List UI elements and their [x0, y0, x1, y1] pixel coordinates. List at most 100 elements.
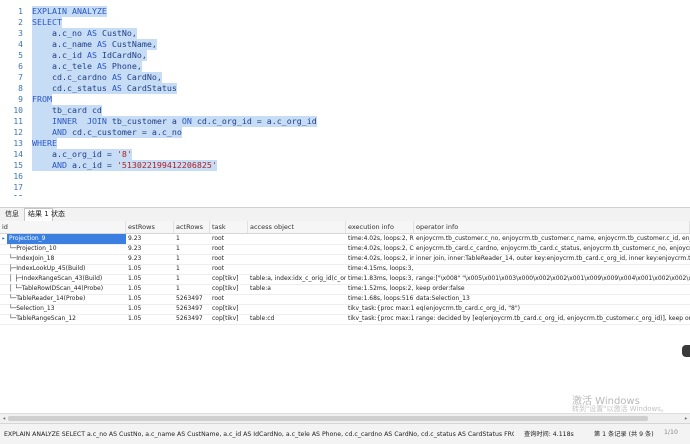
col-header-actrows[interactable]: actRows [174, 221, 210, 233]
cell-operator-info[interactable]: keep order:false [414, 284, 690, 294]
sql-editor[interactable]: 1 EXPLAIN ANALYZE 2 SELECT 3 a.c_no AS CustN… [0, 0, 690, 196]
cell-operator-info[interactable]: range:["\x008" "\x005\x001\x003\x000\x00… [414, 274, 690, 284]
cell-operator-info[interactable]: range: decided by [eq(enjoycrm.tb_card.c… [414, 314, 690, 324]
cell-estrows[interactable]: 1.05 [126, 304, 174, 314]
tab-status[interactable]: 状态 [48, 209, 68, 220]
table-row[interactable]: └─TableRangeScan_12 1.05 5263497 cop[tikv] t… [0, 314, 690, 325]
cell-id[interactable]: └─TableRangeScan_12 [7, 314, 126, 324]
cell-execution-info[interactable]: time:1.68s, loops:5167, cop [346, 294, 414, 304]
cell-actrows[interactable]: 5263497 [174, 294, 210, 304]
cell-access-object[interactable] [248, 254, 346, 264]
col-header-id[interactable]: id [0, 221, 126, 233]
code-text[interactable]: INNER JOIN tb_customer a ON cd.c_org_id … [32, 116, 317, 127]
code-line[interactable]: 9 FROM [0, 94, 690, 105]
code-text[interactable]: a.c_id AS IdCardNo, [32, 50, 147, 61]
cell-task[interactable]: cop[tikv] [210, 304, 248, 314]
col-header-access-object[interactable]: access object [248, 221, 346, 233]
code-line[interactable]: 16 [0, 171, 690, 182]
code-text[interactable]: cd.c_cardno AS CardNo, [32, 72, 162, 83]
tab-info[interactable]: 信息 [2, 209, 22, 220]
code-line[interactable]: 14 a.c_org_id = '8' [0, 149, 690, 160]
code-line[interactable]: 4 a.c_name AS CustName, [0, 39, 690, 50]
cell-access-object[interactable] [248, 264, 346, 274]
code-text[interactable]: a.c_org_id = '8' [32, 149, 132, 160]
horizontal-scrollbar[interactable]: ◂ ▸ [0, 413, 690, 423]
cell-id[interactable]: └─TableReader_14(Probe) [7, 294, 126, 304]
cell-operator-info[interactable]: enjoycrm.tb_customer.c_no, enjoycrm.tb_c… [414, 234, 690, 244]
code-line[interactable]: 11 INNER JOIN tb_customer a ON cd.c_org_… [0, 116, 690, 127]
code-text[interactable]: a.c_tele AS Phone, [32, 61, 142, 72]
cell-estrows[interactable]: 1.05 [126, 274, 174, 284]
cell-execution-info[interactable]: time:4.15ms, loops:3, inde [346, 264, 414, 274]
code-line[interactable]: 18 [0, 193, 690, 196]
code-line[interactable]: 10 tb_card cd [0, 105, 690, 116]
cell-actrows[interactable]: 1 [174, 274, 210, 284]
cell-id[interactable]: Projection_9 [7, 234, 126, 244]
col-header-operator-info[interactable]: operator info [414, 221, 690, 233]
cell-id[interactable]: │ ├─IndexRangeScan_43(Build) [7, 274, 126, 284]
code-line[interactable]: 5 a.c_id AS IdCardNo, [0, 50, 690, 61]
code-text[interactable]: a.c_name AS CustName, [32, 39, 157, 50]
code-text[interactable]: AND a.c_id = '513022199412206825' [32, 160, 217, 171]
cell-estrows[interactable]: 9.23 [126, 254, 174, 264]
col-header-task[interactable]: task [210, 221, 248, 233]
cell-id[interactable]: └─Projection_10 [7, 244, 126, 254]
cell-access-object[interactable] [248, 244, 346, 254]
cell-execution-info[interactable]: time:1.52ms, loops:2, cop [346, 284, 414, 294]
cell-task[interactable]: root [210, 234, 248, 244]
cell-execution-info[interactable]: tikv_task:{proc max:117ms [346, 304, 414, 314]
cell-actrows[interactable]: 1 [174, 264, 210, 274]
side-handle[interactable] [682, 345, 690, 357]
code-text[interactable]: tb_card cd [32, 105, 102, 116]
cell-estrows[interactable]: 1.05 [126, 314, 174, 324]
cell-id[interactable]: └─IndexJoin_18 [7, 254, 126, 264]
code-text[interactable]: FROM [32, 94, 52, 105]
cell-access-object[interactable]: table:cd [248, 314, 346, 324]
cell-actrows[interactable]: 1 [174, 254, 210, 264]
cell-operator-info[interactable] [414, 264, 690, 274]
code-line[interactable]: 12 AND cd.c_customer = a.c_no [0, 127, 690, 138]
cell-task[interactable]: root [210, 264, 248, 274]
cell-task[interactable]: cop[tikv] [210, 314, 248, 324]
cell-operator-info[interactable]: enjoycrm.tb_card.c_cardno, enjoycrm.tb_c… [414, 244, 690, 254]
cell-estrows[interactable]: 9.23 [126, 244, 174, 254]
cell-id[interactable]: │ └─TableRowIDScan_44(Probe) [7, 284, 126, 294]
cell-access-object[interactable] [248, 234, 346, 244]
cell-execution-info[interactable]: time:4.02s, loops:2, RU:32 [346, 234, 414, 244]
cell-access-object[interactable] [248, 294, 346, 304]
col-header-estrows[interactable]: estRows [126, 221, 174, 233]
code-line[interactable]: 2 SELECT [0, 17, 690, 28]
cell-task[interactable]: root [210, 294, 248, 304]
cell-access-object[interactable]: table:a, index:idx_c_orig_id(c_org_id, [248, 274, 346, 284]
scroll-right-icon[interactable]: ▸ [682, 414, 690, 423]
cell-task[interactable]: cop[tikv] [210, 274, 248, 284]
cell-execution-info[interactable]: time:4.02s, loops:2, inner [346, 254, 414, 264]
code-text[interactable]: EXPLAIN ANALYZE [32, 6, 107, 17]
cell-id[interactable]: ├─IndexLookUp_45(Build) [7, 264, 126, 274]
code-line[interactable]: 15 AND a.c_id = '513022199412206825' [0, 160, 690, 171]
code-text[interactable]: SELECT [32, 17, 62, 28]
cell-actrows[interactable]: 1 [174, 234, 210, 244]
cell-actrows[interactable]: 5263497 [174, 314, 210, 324]
code-text[interactable]: cd.c_status AS CardStatus [32, 83, 177, 94]
cell-estrows[interactable]: 9.23 [126, 234, 174, 244]
cell-operator-info[interactable]: data:Selection_13 [414, 294, 690, 304]
cell-operator-info[interactable]: inner join, inner:TableReader_14, outer … [414, 254, 690, 264]
code-line[interactable]: 13 WHERE [0, 138, 690, 149]
cell-actrows[interactable]: 1 [174, 284, 210, 294]
col-header-execution-info[interactable]: execution info [346, 221, 414, 233]
code-line[interactable]: 8 cd.c_status AS CardStatus [0, 83, 690, 94]
code-line[interactable]: 1 EXPLAIN ANALYZE [0, 6, 690, 17]
cell-execution-info[interactable]: tikv_task:{proc max:110m [346, 314, 414, 324]
code-line[interactable]: 3 a.c_no AS CustNo, [0, 28, 690, 39]
code-text[interactable]: a.c_no AS CustNo, [32, 28, 137, 39]
cell-access-object[interactable]: table:a [248, 284, 346, 294]
code-line[interactable]: 17 [0, 182, 690, 193]
cell-operator-info[interactable]: eq(enjoycrm.tb_card.c_org_id, "8") [414, 304, 690, 314]
code-text[interactable]: WHERE [32, 138, 57, 149]
cell-execution-info[interactable]: time:1.83ms, loops:3, cop [346, 274, 414, 284]
cell-actrows[interactable]: 1 [174, 244, 210, 254]
cell-task[interactable]: cop[tikv] [210, 284, 248, 294]
cell-estrows[interactable]: 1.05 [126, 264, 174, 274]
cell-estrows[interactable]: 1.05 [126, 284, 174, 294]
